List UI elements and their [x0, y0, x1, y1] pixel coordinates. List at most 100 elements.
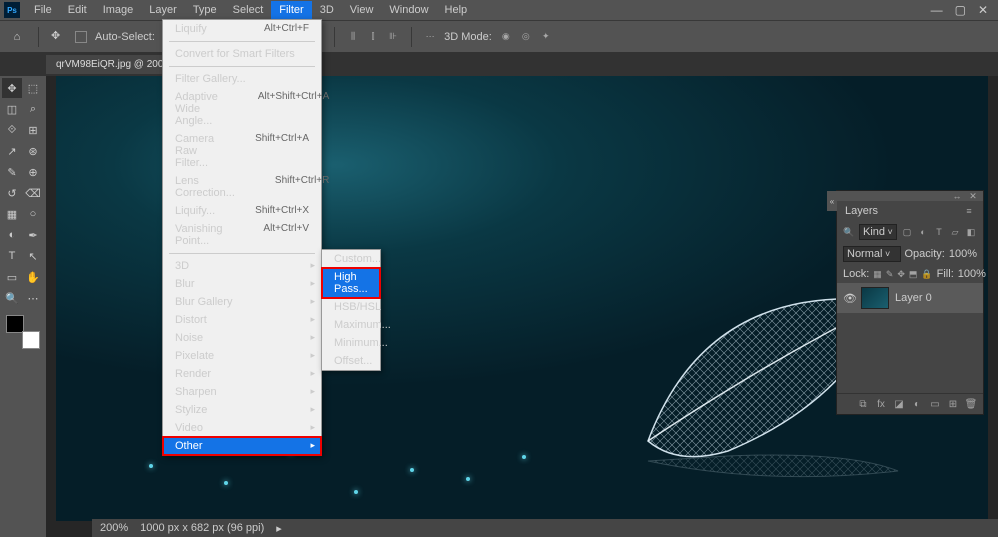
- filter-3d[interactable]: 3D: [163, 257, 321, 275]
- other-highpass[interactable]: High Pass...: [322, 268, 380, 298]
- minimize-button[interactable]: —: [931, 3, 943, 17]
- home-icon[interactable]: ⌂: [8, 28, 26, 46]
- other-custom[interactable]: Custom...: [322, 250, 380, 268]
- new-layer-icon[interactable]: ⊞: [947, 398, 959, 410]
- other-minimum[interactable]: Minimum...: [322, 334, 380, 352]
- filter-type-icon[interactable]: T: [933, 226, 945, 238]
- fill-value[interactable]: 100%: [958, 268, 986, 280]
- lock-artboard-icon[interactable]: ⬒: [909, 268, 918, 280]
- filter-smart-icon[interactable]: ◧: [965, 226, 977, 238]
- marquee-tool[interactable]: ◫: [2, 99, 22, 119]
- layer-row[interactable]: 👁 Layer 0: [837, 283, 983, 313]
- filter-sharpen[interactable]: Sharpen: [163, 383, 321, 401]
- distribute-icon-2[interactable]: ⫿: [367, 31, 379, 43]
- filter-liquify[interactable]: Liquify...Shift+Ctrl+X: [163, 202, 321, 220]
- lock-paint-icon[interactable]: ✎: [886, 268, 894, 280]
- lock-trans-icon[interactable]: ▦: [873, 268, 882, 280]
- menu-help[interactable]: Help: [437, 1, 476, 19]
- filter-lens[interactable]: Lens Correction...Shift+Ctrl+R: [163, 172, 321, 202]
- zoom-tool[interactable]: 🔍: [2, 288, 22, 308]
- filter-other[interactable]: Other: [163, 437, 321, 455]
- menu-edit[interactable]: Edit: [60, 1, 95, 19]
- opacity-value[interactable]: 100%: [949, 248, 977, 260]
- type-tool[interactable]: T: [2, 246, 22, 266]
- filter-render[interactable]: Render: [163, 365, 321, 383]
- blur-tool[interactable]: ○: [23, 204, 43, 224]
- layers-tab[interactable]: Layers ≡: [837, 201, 983, 221]
- path-tool[interactable]: ↖: [23, 246, 43, 266]
- menu-3d[interactable]: 3D: [312, 1, 342, 19]
- menu-filter[interactable]: Filter: [271, 1, 311, 19]
- filter-pixel-icon[interactable]: ▢: [901, 226, 913, 238]
- lock-all-icon[interactable]: 🔒: [921, 268, 932, 280]
- filter-noise[interactable]: Noise: [163, 329, 321, 347]
- crop-tool[interactable]: ⟐: [2, 120, 22, 140]
- lasso-tool[interactable]: ⌕: [23, 99, 43, 119]
- mask-icon[interactable]: ◪: [893, 398, 905, 410]
- delete-icon[interactable]: 🗑: [965, 398, 977, 410]
- menu-file[interactable]: File: [26, 1, 60, 19]
- shape-tool[interactable]: ▭: [2, 267, 22, 287]
- brush-tool[interactable]: ✎: [2, 162, 22, 182]
- filter-pixelate[interactable]: Pixelate: [163, 347, 321, 365]
- artboard-tool[interactable]: ⬚: [23, 78, 43, 98]
- auto-select-checkbox[interactable]: [75, 31, 87, 43]
- menu-layer[interactable]: Layer: [141, 1, 185, 19]
- background-color[interactable]: [22, 331, 40, 349]
- gradient-tool[interactable]: ▦: [2, 204, 22, 224]
- history-brush-tool[interactable]: ↺: [2, 183, 22, 203]
- color-swatches[interactable]: [6, 315, 40, 349]
- blend-mode[interactable]: Normal ˅: [843, 246, 901, 262]
- visibility-icon[interactable]: 👁: [843, 292, 855, 304]
- fx-icon[interactable]: fx: [875, 398, 887, 410]
- panel-menu-icon[interactable]: ≡: [963, 205, 975, 217]
- filter-gallery[interactable]: Filter Gallery...: [163, 70, 321, 88]
- filter-stylize[interactable]: Stylize: [163, 401, 321, 419]
- close-button[interactable]: ✕: [978, 3, 988, 17]
- frame-tool[interactable]: ⊞: [23, 120, 43, 140]
- dodge-tool[interactable]: ◐: [2, 225, 22, 245]
- zoom-level[interactable]: 200%: [100, 522, 128, 534]
- filter-shape-icon[interactable]: ▱: [949, 226, 961, 238]
- layer-thumbnail[interactable]: [861, 287, 889, 309]
- distribute-icon-1[interactable]: ⫼: [347, 31, 359, 43]
- pen-tool[interactable]: ✒: [23, 225, 43, 245]
- layer-name[interactable]: Layer 0: [895, 292, 932, 304]
- filter-smart[interactable]: Convert for Smart Filters: [163, 45, 321, 63]
- filter-distort[interactable]: Distort: [163, 311, 321, 329]
- more-icon[interactable]: ⋯: [424, 31, 436, 43]
- menu-select[interactable]: Select: [225, 1, 272, 19]
- edit-toolbar[interactable]: ⋯: [23, 288, 43, 308]
- 3d-icon-2[interactable]: ◎: [520, 31, 532, 43]
- link-icon[interactable]: ⧉: [857, 398, 869, 410]
- filter-last[interactable]: LiquifyAlt+Ctrl+F: [163, 20, 321, 38]
- eyedropper-tool[interactable]: ↗: [2, 141, 22, 161]
- menu-view[interactable]: View: [342, 1, 382, 19]
- menu-type[interactable]: Type: [185, 1, 225, 19]
- 3d-icon-1[interactable]: ◉: [500, 31, 512, 43]
- eraser-tool[interactable]: ⌫: [23, 183, 43, 203]
- lock-pos-icon[interactable]: ✥: [897, 268, 905, 280]
- move-tool[interactable]: ✥: [2, 78, 22, 98]
- kind-filter[interactable]: Kind ˅: [859, 224, 897, 240]
- stamp-tool[interactable]: ⊕: [23, 162, 43, 182]
- 3d-icon-3[interactable]: ✦: [540, 31, 552, 43]
- adjustment-icon[interactable]: ◐: [911, 398, 923, 410]
- filter-blur-gallery[interactable]: Blur Gallery: [163, 293, 321, 311]
- other-maximum[interactable]: Maximum...: [322, 316, 380, 334]
- hand-tool[interactable]: ✋: [23, 267, 43, 287]
- filter-blur[interactable]: Blur: [163, 275, 321, 293]
- panel-close-icon[interactable]: ✕: [967, 190, 979, 202]
- filter-vanishing[interactable]: Vanishing Point...Alt+Ctrl+V: [163, 220, 321, 250]
- distribute-icon-3[interactable]: ⊪: [387, 31, 399, 43]
- healing-tool[interactable]: ⊛: [23, 141, 43, 161]
- other-offset[interactable]: Offset...: [322, 352, 380, 370]
- menu-window[interactable]: Window: [381, 1, 436, 19]
- group-icon[interactable]: ▭: [929, 398, 941, 410]
- other-hsbhsl[interactable]: HSB/HSL: [322, 298, 380, 316]
- search-icon[interactable]: 🔍: [843, 226, 855, 238]
- panel-arrows-icon[interactable]: ↔: [951, 190, 963, 202]
- menu-image[interactable]: Image: [95, 1, 142, 19]
- filter-adaptive[interactable]: Adaptive Wide Angle...Alt+Shift+Ctrl+A: [163, 88, 321, 130]
- info-arrow-icon[interactable]: ▸: [276, 522, 282, 535]
